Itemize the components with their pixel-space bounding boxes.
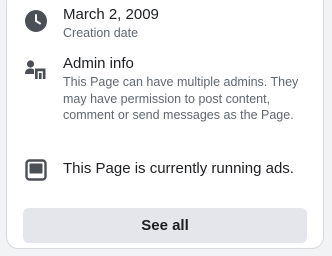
creation-date-label: Creation date [63,26,139,40]
creation-date-value: March 2, 2009 [63,6,159,23]
ads-status-text: This Page is currently running ads. [63,160,294,177]
admins-icon [24,58,48,82]
admin-info-description: This Page can have multiple admins. They… [63,75,299,122]
admin-info-title: Admin info [63,55,134,72]
see-all-button[interactable]: See all [23,208,307,243]
page-transparency-card: March 2, 2009 Creation date Admin info T… [6,0,324,249]
clock-icon [24,9,48,33]
ads-tablet-icon [24,158,48,182]
